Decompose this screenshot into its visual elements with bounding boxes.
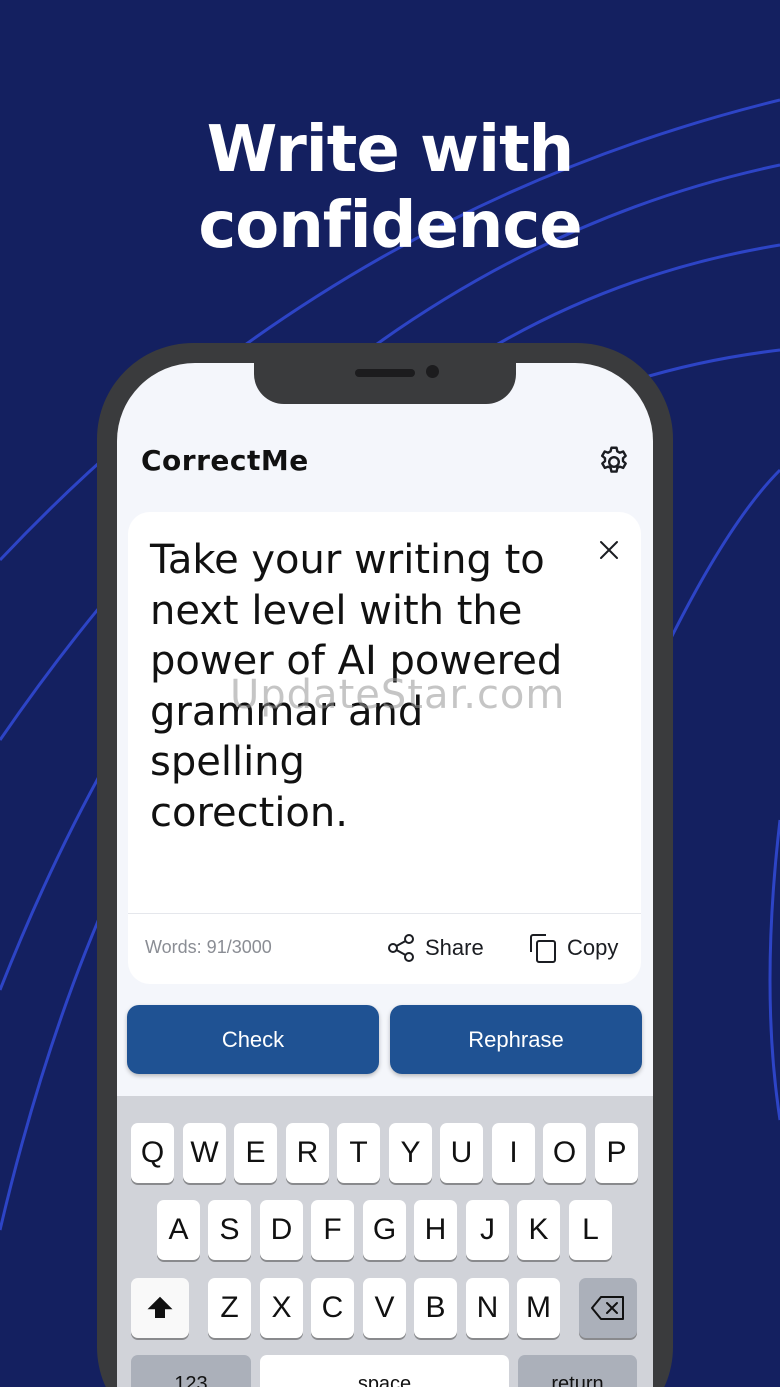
key-i[interactable]: I: [492, 1123, 535, 1183]
watermark: UpdateStar.com: [230, 672, 566, 718]
rephrase-button[interactable]: Rephrase: [390, 1005, 642, 1074]
clear-text-close-icon[interactable]: [597, 538, 621, 562]
editor-line: Take your writing to: [150, 537, 545, 583]
key-c[interactable]: C: [311, 1278, 354, 1338]
key-q[interactable]: Q: [131, 1123, 174, 1183]
editor-line: corection.: [150, 789, 348, 836]
key-u[interactable]: U: [440, 1123, 483, 1183]
share-icon: [388, 934, 414, 962]
key-w[interactable]: W: [183, 1123, 226, 1183]
key-p[interactable]: P: [595, 1123, 638, 1183]
backspace-key[interactable]: [579, 1278, 637, 1338]
key-n[interactable]: N: [466, 1278, 509, 1338]
check-button[interactable]: Check: [127, 1005, 379, 1074]
key-j[interactable]: J: [466, 1200, 509, 1260]
app-title: CorrectMe: [141, 444, 309, 477]
key-x[interactable]: X: [260, 1278, 303, 1338]
copy-label: Copy: [567, 935, 619, 960]
headline-line-2: confidence: [198, 189, 582, 263]
key-s[interactable]: S: [208, 1200, 251, 1260]
speaker-grille: [355, 369, 415, 377]
key-g[interactable]: G: [363, 1200, 406, 1260]
key-l[interactable]: L: [569, 1200, 612, 1260]
editor-line: next level with the: [150, 587, 523, 634]
copy-button[interactable]: Copy: [527, 930, 618, 966]
shift-key[interactable]: [131, 1278, 189, 1338]
key-k[interactable]: K: [517, 1200, 560, 1260]
settings-gear-icon[interactable]: [596, 444, 632, 480]
key-d[interactable]: D: [260, 1200, 303, 1260]
divider: [128, 913, 641, 914]
key-a[interactable]: A: [157, 1200, 200, 1260]
key-v[interactable]: V: [363, 1278, 406, 1338]
numbers-key[interactable]: 123: [131, 1355, 251, 1387]
backspace-icon: [591, 1296, 624, 1320]
share-label: Share: [425, 935, 484, 960]
shift-arrow-icon: [147, 1296, 173, 1318]
key-b[interactable]: B: [414, 1278, 457, 1338]
word-counter: Words: 91/3000: [145, 937, 272, 957]
key-m[interactable]: M: [517, 1278, 560, 1338]
key-e[interactable]: E: [234, 1123, 277, 1183]
space-key[interactable]: space: [260, 1355, 509, 1387]
front-camera: [426, 365, 439, 378]
key-y[interactable]: Y: [389, 1123, 432, 1183]
key-o[interactable]: O: [543, 1123, 586, 1183]
key-t[interactable]: T: [337, 1123, 380, 1183]
key-h[interactable]: H: [414, 1200, 457, 1260]
return-key[interactable]: return: [518, 1355, 637, 1387]
key-z[interactable]: Z: [208, 1278, 251, 1338]
headline-line-1: Write with: [206, 113, 574, 187]
key-f[interactable]: F: [311, 1200, 354, 1260]
share-button[interactable]: Share: [385, 930, 484, 966]
copy-icon: [530, 934, 556, 963]
headline: Write with confidence: [0, 112, 780, 264]
key-r[interactable]: R: [286, 1123, 329, 1183]
